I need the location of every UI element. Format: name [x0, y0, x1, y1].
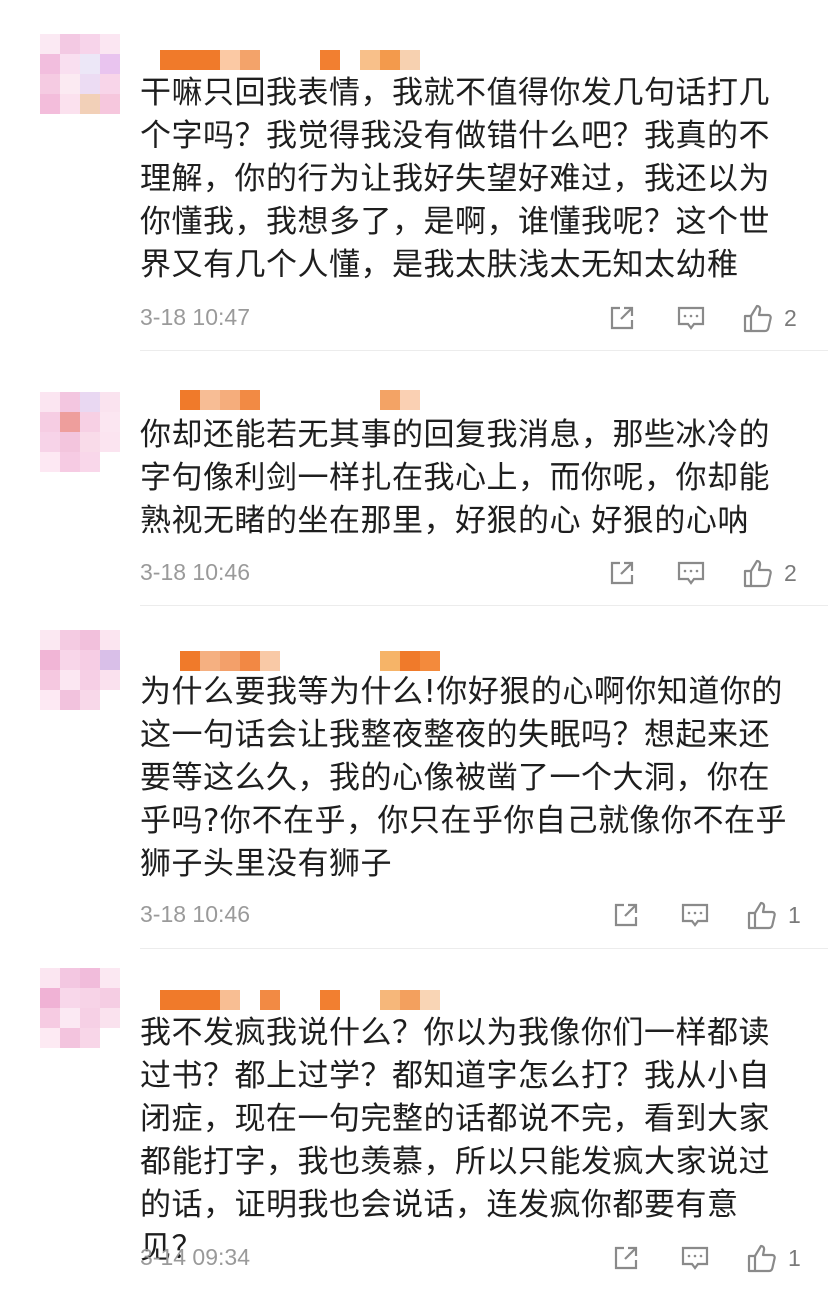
timestamp: 3-18 10:47	[140, 304, 250, 330]
like-button[interactable]: 2	[742, 553, 797, 593]
comment-icon	[677, 561, 705, 585]
share-button[interactable]	[612, 1238, 640, 1278]
reply-button[interactable]	[676, 553, 706, 593]
thumbs-up-icon	[747, 901, 776, 930]
username[interactable]	[160, 50, 420, 70]
share-button[interactable]	[608, 298, 636, 338]
comment-text: 为什么要我等为什么!你好狠的心啊你知道你的这一句话会让我整夜整夜的失眠吗？想起来…	[140, 674, 787, 882]
reply-button[interactable]	[676, 298, 706, 338]
like-count: 1	[788, 1244, 801, 1271]
like-button[interactable]: 2	[742, 298, 797, 338]
share-icon	[610, 306, 634, 330]
comment-text: 我不发疯我说什么？你以为我像你们一样都读过书？都上过学？都知道字怎么打？我从小自…	[140, 1015, 770, 1266]
share-button[interactable]	[608, 553, 636, 593]
comment-text: 你却还能若无其事的回复我消息，那些冰冷的字句像利剑一样扎在我心上，而你呢，你却能…	[140, 417, 770, 539]
reply-button[interactable]	[680, 895, 710, 935]
comment-icon	[681, 903, 709, 927]
username[interactable]	[160, 990, 440, 1010]
divider	[140, 350, 828, 351]
comment-text: 干嘛只回我表情，我就不值得你发几句话打几个字吗？我觉得我没有做错什么吧？我真的不…	[140, 75, 770, 283]
like-count: 1	[788, 901, 801, 928]
divider	[140, 605, 828, 606]
divider	[140, 948, 828, 949]
like-button[interactable]: 1	[746, 1238, 801, 1278]
username[interactable]	[160, 651, 440, 671]
username[interactable]	[160, 390, 420, 410]
avatar[interactable]	[40, 34, 120, 114]
comment-meta: 3-18 10:46 1	[0, 895, 828, 935]
comment-meta: 3-18 10:46 2	[0, 553, 828, 593]
like-count: 2	[784, 304, 797, 331]
avatar[interactable]	[40, 968, 120, 1048]
share-button[interactable]	[612, 895, 640, 935]
comment-meta: 3-18 10:47 2	[0, 298, 828, 338]
timestamp: 3-18 10:46	[140, 559, 250, 585]
like-button[interactable]: 1	[746, 895, 801, 935]
thumbs-up-icon	[743, 304, 772, 333]
like-count: 2	[784, 559, 797, 586]
avatar[interactable]	[40, 630, 120, 710]
thumbs-up-icon	[743, 559, 772, 588]
comment-icon	[681, 1246, 709, 1270]
share-icon	[614, 903, 638, 927]
avatar[interactable]	[40, 392, 120, 472]
comment-icon	[677, 306, 705, 330]
share-icon	[614, 1246, 638, 1270]
timestamp: 3-18 10:46	[140, 901, 250, 927]
timestamp: 3-14 09:34	[140, 1244, 250, 1270]
share-icon	[610, 561, 634, 585]
comment-meta: 3-14 09:34 1	[0, 1238, 828, 1278]
thumbs-up-icon	[747, 1244, 776, 1273]
reply-button[interactable]	[680, 1238, 710, 1278]
